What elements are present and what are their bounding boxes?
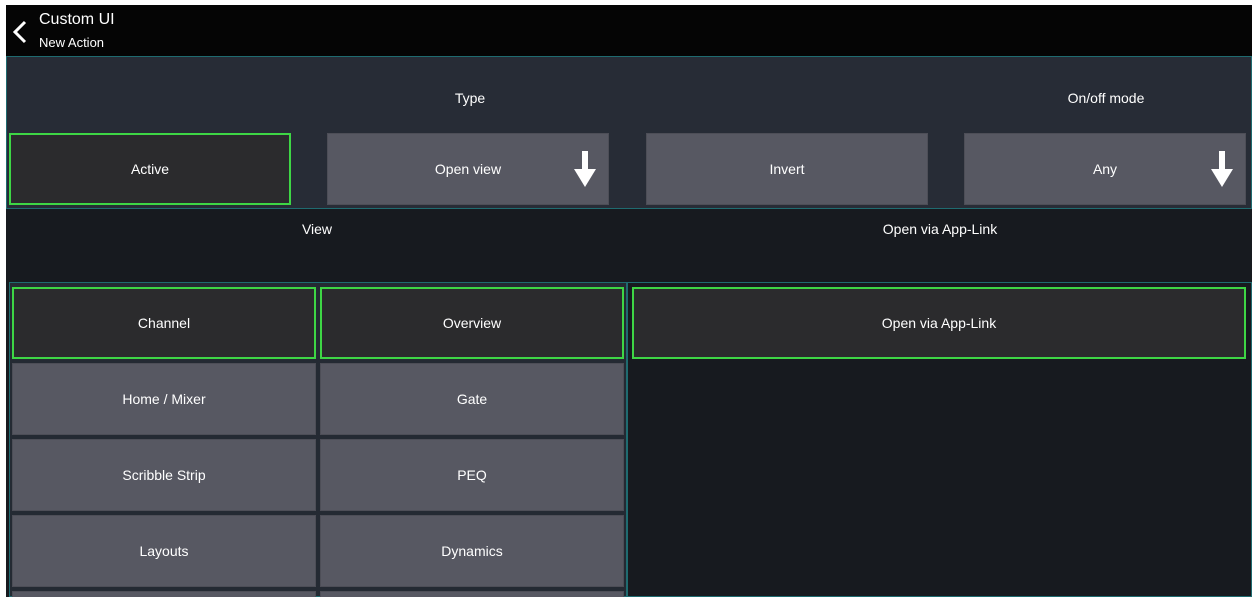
view-section-label: View — [301, 221, 333, 237]
page-title: Custom UI — [39, 11, 115, 28]
arrow-down-icon — [574, 151, 596, 187]
page-subtitle: New Action — [39, 35, 105, 50]
type-dropdown-value: Open view — [434, 161, 502, 177]
list-item-label: Overview — [442, 315, 502, 331]
view-item-partial[interactable] — [12, 591, 316, 597]
onoff-mode-label: On/off mode — [1067, 90, 1145, 106]
onoff-mode-dropdown[interactable]: Any — [964, 133, 1246, 205]
view-list: Channel Overview Home / Mixer Gate Scrib… — [9, 282, 627, 597]
action-settings-panel: Type On/off mode Active Open view Invert… — [6, 56, 1252, 209]
applink-list: Open via App-Link — [627, 282, 1252, 597]
view-item-gate[interactable]: Gate — [320, 363, 624, 435]
view-item-overview[interactable]: Overview — [320, 287, 624, 359]
view-item-partial[interactable] — [320, 591, 624, 597]
list-item-label: Dynamics — [441, 543, 503, 559]
applink-option[interactable]: Open via App-Link — [632, 287, 1246, 359]
active-toggle[interactable]: Active — [9, 133, 291, 205]
view-item-peq[interactable]: PEQ — [320, 439, 624, 511]
onoff-mode-value: Any — [1092, 161, 1118, 177]
applink-section-label: Open via App-Link — [882, 221, 998, 237]
view-item-channel[interactable]: Channel — [12, 287, 316, 359]
view-item-scribble-strip[interactable]: Scribble Strip — [12, 439, 316, 511]
list-item-label: Layouts — [139, 543, 189, 559]
view-item-layouts[interactable]: Layouts — [12, 515, 316, 587]
chevron-left-icon — [12, 20, 27, 44]
app-window: Custom UI New Action Type On/off mode Ac… — [6, 5, 1252, 597]
list-item-label: PEQ — [457, 467, 487, 483]
active-toggle-label: Active — [130, 161, 170, 177]
list-item-label: Channel — [137, 315, 191, 331]
back-button[interactable] — [8, 15, 32, 49]
view-item-home-mixer[interactable]: Home / Mixer — [12, 363, 316, 435]
list-item-label: Home / Mixer — [122, 391, 206, 407]
invert-toggle-label: Invert — [769, 161, 805, 177]
arrow-down-icon — [1211, 151, 1233, 187]
type-label: Type — [454, 90, 486, 106]
invert-toggle[interactable]: Invert — [646, 133, 928, 205]
type-dropdown[interactable]: Open view — [327, 133, 609, 205]
view-item-dynamics[interactable]: Dynamics — [320, 515, 624, 587]
list-item-label: Gate — [456, 391, 488, 407]
title-bar: Custom UI New Action — [6, 5, 1252, 56]
list-item-label: Scribble Strip — [122, 467, 206, 483]
list-item-label: Open via App-Link — [881, 315, 997, 331]
